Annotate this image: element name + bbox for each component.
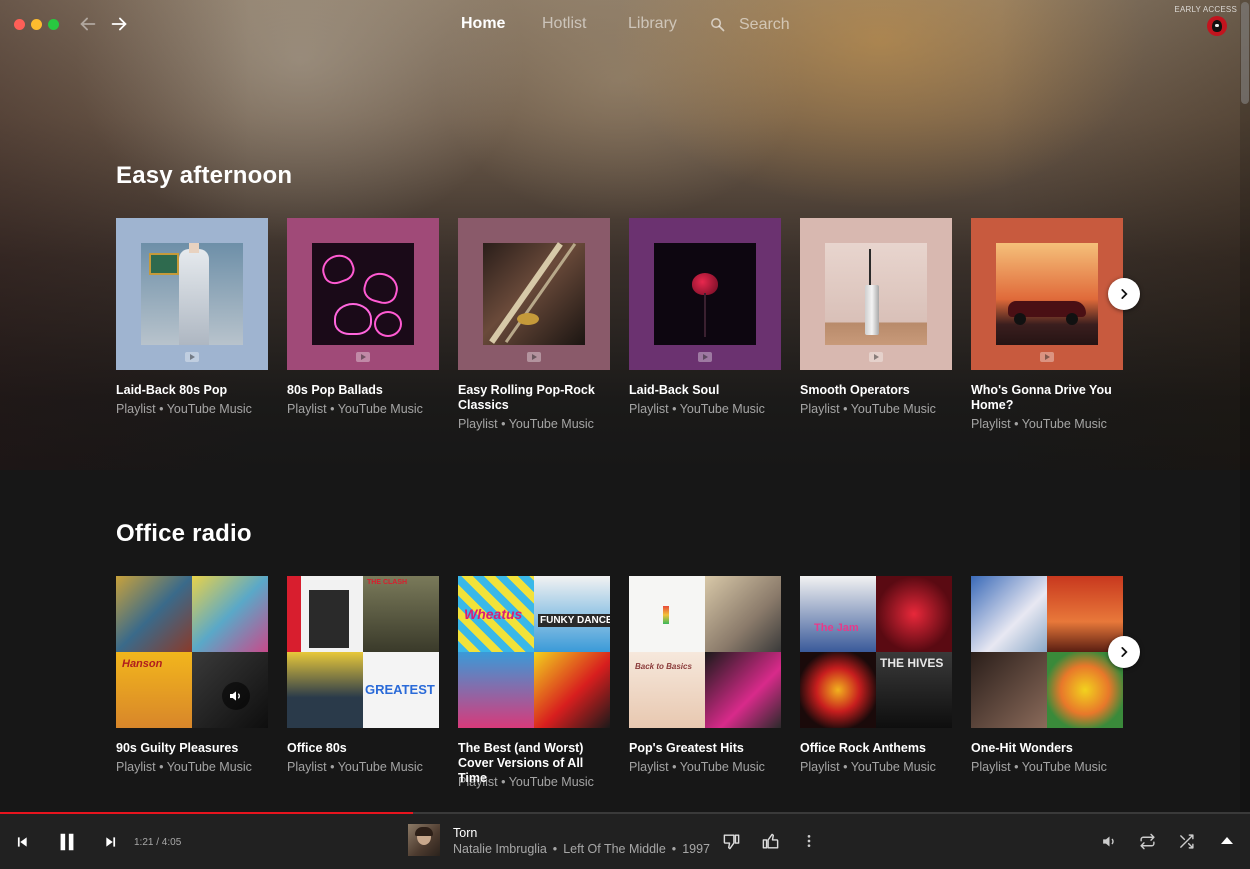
card-title[interactable]: Pop's Greatest Hits	[629, 741, 781, 756]
expand-up-icon[interactable]	[1221, 836, 1233, 846]
youtube-icon	[185, 352, 199, 362]
artist-link[interactable]: Natalie Imbruglia	[453, 842, 547, 856]
volume-icon[interactable]	[1101, 833, 1118, 850]
card-subtitle: Playlist • YouTube Music	[629, 402, 765, 416]
album-link[interactable]: Left Of The Middle	[563, 842, 666, 856]
youtube-icon	[527, 352, 541, 362]
card-subtitle: Playlist • YouTube Music	[458, 417, 594, 431]
avatar[interactable]	[1207, 16, 1227, 36]
card-subtitle: Playlist • YouTube Music	[116, 402, 252, 416]
thumb-up-icon[interactable]	[761, 832, 780, 851]
youtube-icon	[356, 352, 370, 362]
nav-library[interactable]: Library	[628, 15, 677, 33]
more-vertical-icon[interactable]	[801, 833, 817, 849]
playlist-thumbnail[interactable]: Back to Basics	[629, 576, 781, 728]
track-meta: Natalie Imbruglia • Left Of The Middle • 199…	[453, 842, 716, 856]
card-title[interactable]: Office 80s	[287, 741, 439, 756]
player-bar: 1:21 / 4:05 Torn Natalie Imbruglia • Left …	[0, 814, 1250, 869]
playlist-thumbnail[interactable]	[116, 218, 268, 370]
section-title: Easy afternoon	[116, 162, 293, 189]
card-subtitle: Playlist • YouTube Music	[287, 402, 423, 416]
card-subtitle: Playlist • YouTube Music	[800, 760, 936, 774]
playlist-thumbnail[interactable]	[800, 218, 952, 370]
playlist-thumbnail[interactable]	[287, 218, 439, 370]
main-nav: Home Hotlist Library	[0, 14, 1250, 37]
shuffle-icon[interactable]	[1178, 833, 1195, 850]
album-art-text: THE CLASH	[367, 579, 408, 586]
card-subtitle: Playlist • YouTube Music	[971, 760, 1107, 774]
card-title[interactable]: One-Hit Wonders	[971, 741, 1123, 756]
meta-separator: •	[671, 842, 677, 856]
playlist-thumbnail[interactable]	[971, 576, 1123, 728]
youtube-icon	[869, 352, 883, 362]
scrollbar-track[interactable]	[1240, 0, 1250, 812]
section-title: Office radio	[116, 520, 252, 547]
album-art-text: THE HIVES	[880, 656, 944, 670]
nav-hotlist[interactable]: Hotlist	[542, 15, 586, 33]
card-title[interactable]: Who's Gonna Drive You Home?	[971, 383, 1123, 413]
album-art-text: FUNKY DANCE	[538, 614, 610, 627]
search-input[interactable]	[739, 14, 869, 36]
skip-next-icon[interactable]	[104, 835, 118, 849]
card-subtitle: Playlist • YouTube Music	[287, 760, 423, 774]
track-year: 1997	[682, 842, 710, 856]
playlist-thumbnail[interactable]: Hanson	[116, 576, 268, 728]
early-access-label: EARLY ACCESS	[1174, 5, 1237, 14]
card-title[interactable]: Smooth Operators	[800, 383, 952, 398]
thumb-down-icon[interactable]	[722, 832, 741, 851]
chevron-right-icon	[1121, 647, 1128, 657]
card-subtitle: Playlist • YouTube Music	[800, 402, 936, 416]
search-icon[interactable]	[709, 16, 726, 33]
album-art-text: Back to Basics	[635, 662, 692, 671]
skip-previous-icon[interactable]	[15, 835, 29, 849]
playlist-thumbnail[interactable]: The Jam THE HIVES	[800, 576, 952, 728]
album-art-text: Wheatus	[464, 606, 523, 622]
app-window: Home Hotlist Library EARLY ACCESS Easy a…	[0, 0, 1250, 869]
youtube-icon	[698, 352, 712, 362]
card-title[interactable]: Laid-Back 80s Pop	[116, 383, 268, 398]
playlist-thumbnail[interactable]	[458, 218, 610, 370]
meta-separator: •	[552, 842, 558, 856]
playlist-thumbnail[interactable]: Wheatus FUNKY DANCE	[458, 576, 610, 728]
track-title[interactable]: Torn	[453, 826, 477, 840]
card-title[interactable]: Office Rock Anthems	[800, 741, 952, 756]
chevron-right-icon	[1121, 289, 1128, 299]
card-subtitle: Playlist • YouTube Music	[116, 760, 252, 774]
nav-home[interactable]: Home	[461, 15, 505, 33]
card-title[interactable]: Laid-Back Soul	[629, 383, 781, 398]
album-art-text: Hanson	[122, 658, 163, 670]
card-title[interactable]: 80s Pop Ballads	[287, 383, 439, 398]
title-bar: Home Hotlist Library EARLY ACCESS	[0, 0, 1250, 50]
carousel-next-button[interactable]	[1108, 636, 1140, 668]
card-subtitle: Playlist • YouTube Music	[629, 760, 765, 774]
album-art-text: GREATEST	[365, 682, 435, 697]
playlist-thumbnail[interactable]	[629, 218, 781, 370]
now-playing-thumbnail[interactable]	[408, 824, 440, 856]
card-subtitle: Playlist • YouTube Music	[458, 775, 594, 789]
repeat-icon[interactable]	[1139, 833, 1156, 850]
album-art-text: The Jam	[814, 622, 859, 634]
card-subtitle: Playlist • YouTube Music	[971, 417, 1107, 431]
carousel-next-button[interactable]	[1108, 278, 1140, 310]
playlist-thumbnail[interactable]	[971, 218, 1123, 370]
card-title[interactable]: 90s Guilty Pleasures	[116, 741, 268, 756]
time-display: 1:21 / 4:05	[134, 837, 182, 848]
volume-icon	[222, 682, 250, 710]
pause-icon[interactable]	[56, 831, 78, 853]
card-title[interactable]: Easy Rolling Pop-Rock Classics	[458, 383, 610, 413]
playlist-thumbnail[interactable]: THE CLASH GREATEST	[287, 576, 439, 728]
youtube-icon	[1040, 352, 1054, 362]
